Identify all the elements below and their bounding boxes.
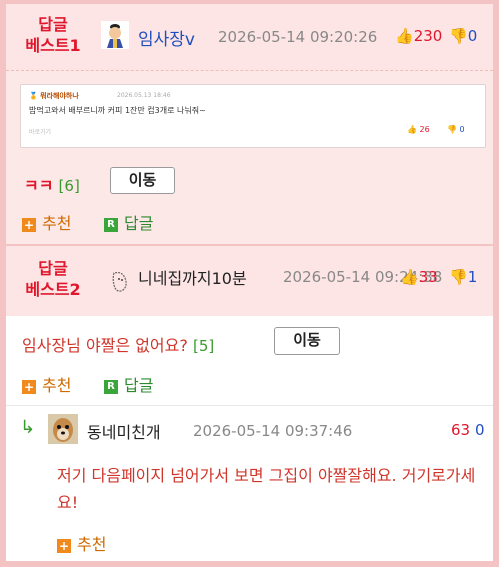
- quote-upvote[interactable]: 👍 26: [407, 125, 430, 134]
- reply-label: 답글: [124, 214, 154, 233]
- reply-button[interactable]: R 답글: [104, 372, 153, 396]
- thumbs-up-icon: 👍: [395, 27, 414, 45]
- comment-text: 임사장님 야짤은 없어요?: [22, 336, 188, 355]
- reply-divider: [6, 405, 493, 406]
- comment-text: ㅋㅋ: [24, 176, 54, 195]
- comment-date: 2026-05-14 09:37:46: [193, 422, 353, 440]
- best-badge-1: 답글 베스트1: [18, 14, 88, 56]
- recommend-label: 추천: [77, 535, 107, 554]
- thumbs-down-icon: 👎: [449, 27, 468, 45]
- upvote-count[interactable]: 63: [451, 421, 470, 439]
- reply-label: 답글: [124, 376, 154, 395]
- recommend-button[interactable]: + 추천: [57, 531, 106, 555]
- upvote-count: 33: [418, 268, 438, 286]
- downvote-count[interactable]: 0: [475, 421, 485, 439]
- recommend-button[interactable]: + 추천: [22, 372, 71, 396]
- nickname-link[interactable]: 니네집까지10분: [138, 265, 247, 289]
- plus-icon: +: [57, 538, 71, 553]
- avatar-icon[interactable]: [48, 414, 78, 444]
- best-badge-2-line1: 답글: [38, 259, 68, 278]
- reply-arrow-icon: ↳: [20, 417, 36, 438]
- comment-content: 임사장님 야짤은 없어요? [5]: [22, 332, 214, 356]
- quote-text: 밥먹고와서 배부르니까 커피 1잔만 컵3개로 나눠줘~: [29, 106, 206, 115]
- upvote-button[interactable]: 👍33: [400, 268, 438, 286]
- quote-date: 2026.05.13 18:46: [117, 92, 171, 99]
- nickname-link[interactable]: 임사장v: [138, 25, 195, 50]
- reply-icon: R: [104, 217, 118, 232]
- downvote-button[interactable]: 👎1: [449, 268, 477, 286]
- quote-goto-link[interactable]: 바로가기: [29, 127, 51, 136]
- best-badge-1-line2: 베스트1: [25, 36, 81, 55]
- move-button[interactable]: 이동: [274, 327, 340, 355]
- recommend-label: 추천: [42, 376, 72, 395]
- quote-downvote-count: 0: [459, 125, 465, 134]
- avatar-icon[interactable]: [101, 21, 129, 49]
- reply-button[interactable]: R 답글: [104, 210, 153, 234]
- best-badge-2-line2: 베스트2: [25, 280, 81, 299]
- reply-count: [6]: [58, 177, 80, 195]
- recommend-label: 추천: [42, 214, 72, 233]
- downvote-count: 1: [467, 268, 478, 286]
- quote-user: 🏅 뭐라해야하나: [29, 92, 79, 100]
- reply-comment-text: 저기 다음페이지 넘어가서 보면 그집이 야짤잘해요. 거기로가세요!: [57, 466, 476, 512]
- avatar-icon[interactable]: [109, 268, 131, 294]
- plus-icon: +: [22, 217, 36, 232]
- best-badge-1-line1: 답글: [38, 15, 68, 34]
- move-button[interactable]: 이동: [110, 167, 175, 194]
- plus-icon: +: [22, 379, 36, 394]
- comment-date: 2026-05-14 09:20:26: [218, 28, 378, 46]
- upvote-button[interactable]: 👍230: [395, 27, 442, 45]
- recommend-button[interactable]: + 추천: [22, 210, 71, 234]
- reply-count: [5]: [192, 337, 215, 355]
- thumbs-down-icon: 👎: [449, 268, 468, 286]
- comment-content: ㅋㅋ [6]: [24, 172, 80, 196]
- nickname-link[interactable]: 동네미친개: [87, 419, 161, 443]
- thumbs-up-icon: 👍: [400, 268, 419, 286]
- downvote-count: 0: [467, 27, 478, 45]
- upvote-count: 230: [413, 27, 443, 45]
- best-badge-2: 답글 베스트2: [18, 258, 88, 300]
- quote-upvote-count: 26: [419, 125, 430, 134]
- reply-icon: R: [104, 379, 118, 394]
- downvote-button[interactable]: 👎0: [449, 27, 477, 45]
- quote-downvote[interactable]: 👎 0: [447, 125, 465, 134]
- quoted-comment: 🏅 뭐라해야하나 2026.05.13 18:46 밥먹고와서 배부르니까 커피…: [20, 84, 486, 148]
